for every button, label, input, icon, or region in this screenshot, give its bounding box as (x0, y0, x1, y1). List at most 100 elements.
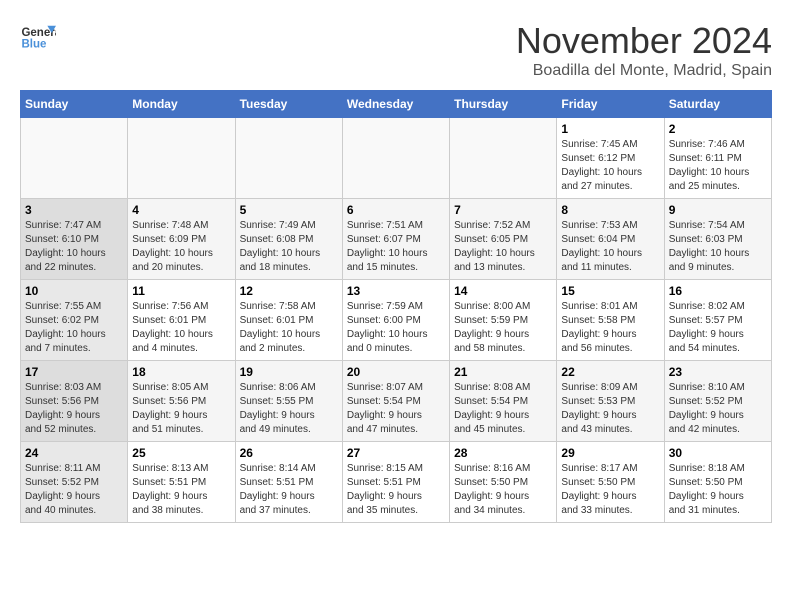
weekday-header: Sunday (21, 91, 128, 118)
page-header: General Blue November 2024 Boadilla del … (20, 20, 772, 80)
calendar-day-cell: 4 Sunrise: 7:48 AM Sunset: 6:09 PM Daylig… (128, 199, 235, 280)
calendar-day-cell: 20 Sunrise: 8:07 AM Sunset: 5:54 PM Dayli… (342, 361, 449, 442)
calendar-day-cell: 8Sunrise: 7:53 AM Sunset: 6:04 PM Daylig… (557, 199, 664, 280)
day-number: 28 (454, 446, 552, 460)
day-number: 8 (561, 203, 659, 217)
day-info: Sunrise: 8:15 AM Sunset: 5:51 PM Dayligh… (347, 462, 445, 518)
day-info: Sunrise: 8:02 AM Sunset: 5:57 PM Dayligh… (669, 300, 767, 356)
day-number: 20 (347, 365, 445, 379)
month-title: November 2024 (516, 20, 772, 62)
calendar-day-cell: 19 Sunrise: 8:06 AM Sunset: 5:55 PM Dayli… (235, 361, 342, 442)
calendar-day-cell: 7 Sunrise: 7:52 AM Sunset: 6:05 PM Daylig… (450, 199, 557, 280)
day-number: 30 (669, 446, 767, 460)
day-number: 10 (25, 284, 123, 298)
day-info: Sunrise: 8:09 AM Sunset: 5:53 PM Dayligh… (561, 381, 659, 437)
day-number: 26 (240, 446, 338, 460)
calendar-day-cell: 3 Sunrise: 7:47 AM Sunset: 6:10 PM Daylig… (21, 199, 128, 280)
calendar-day-cell (342, 118, 449, 199)
day-number: 6 (347, 203, 445, 217)
calendar-day-cell: 15 Sunrise: 8:01 AM Sunset: 5:58 PM Dayli… (557, 280, 664, 361)
weekday-header: Wednesday (342, 91, 449, 118)
calendar-day-cell: 30 Sunrise: 8:18 AM Sunset: 5:50 PM Dayli… (664, 442, 771, 523)
day-info: Sunrise: 8:16 AM Sunset: 5:50 PM Dayligh… (454, 462, 552, 518)
day-info: Sunrise: 7:48 AM Sunset: 6:09 PM Dayligh… (132, 219, 230, 275)
day-info: Sunrise: 7:56 AM Sunset: 6:01 PM Dayligh… (132, 300, 230, 356)
weekday-header: Friday (557, 91, 664, 118)
day-number: 24 (25, 446, 123, 460)
day-number: 17 (25, 365, 123, 379)
calendar-day-cell (128, 118, 235, 199)
logo: General Blue (20, 20, 56, 56)
day-info: Sunrise: 7:46 AM Sunset: 6:11 PM Dayligh… (669, 138, 767, 194)
day-info: Sunrise: 8:11 AM Sunset: 5:52 PM Dayligh… (25, 462, 123, 518)
calendar-day-cell: 27 Sunrise: 8:15 AM Sunset: 5:51 PM Dayli… (342, 442, 449, 523)
day-number: 2 (669, 122, 767, 136)
day-number: 15 (561, 284, 659, 298)
day-number: 1 (561, 122, 659, 136)
calendar-day-cell: 6 Sunrise: 7:51 AM Sunset: 6:07 PM Daylig… (342, 199, 449, 280)
day-info: Sunrise: 7:55 AM Sunset: 6:02 PM Dayligh… (25, 300, 123, 356)
weekday-header: Thursday (450, 91, 557, 118)
calendar-day-cell: 17 Sunrise: 8:03 AM Sunset: 5:56 PM Dayli… (21, 361, 128, 442)
day-info: Sunrise: 8:14 AM Sunset: 5:51 PM Dayligh… (240, 462, 338, 518)
calendar-table: SundayMondayTuesdayWednesdayThursdayFrid… (20, 90, 772, 523)
day-number: 4 (132, 203, 230, 217)
calendar-day-cell: 14 Sunrise: 8:00 AM Sunset: 5:59 PM Dayli… (450, 280, 557, 361)
calendar-header-row: SundayMondayTuesdayWednesdayThursdayFrid… (21, 91, 772, 118)
calendar-day-cell: 25Sunrise: 8:13 AM Sunset: 5:51 PM Dayli… (128, 442, 235, 523)
day-number: 14 (454, 284, 552, 298)
calendar-week-row: 17 Sunrise: 8:03 AM Sunset: 5:56 PM Dayli… (21, 361, 772, 442)
calendar-day-cell: 1 Sunrise: 7:45 AM Sunset: 6:12 PM Daylig… (557, 118, 664, 199)
day-info: Sunrise: 7:52 AM Sunset: 6:05 PM Dayligh… (454, 219, 552, 275)
day-number: 27 (347, 446, 445, 460)
day-info: Sunrise: 8:17 AM Sunset: 5:50 PM Dayligh… (561, 462, 659, 518)
calendar-day-cell: 16Sunrise: 8:02 AM Sunset: 5:57 PM Dayli… (664, 280, 771, 361)
day-info: Sunrise: 8:08 AM Sunset: 5:54 PM Dayligh… (454, 381, 552, 437)
calendar-day-cell: 28 Sunrise: 8:16 AM Sunset: 5:50 PM Dayli… (450, 442, 557, 523)
day-info: Sunrise: 7:59 AM Sunset: 6:00 PM Dayligh… (347, 300, 445, 356)
day-info: Sunrise: 8:18 AM Sunset: 5:50 PM Dayligh… (669, 462, 767, 518)
calendar-day-cell: 5 Sunrise: 7:49 AM Sunset: 6:08 PM Daylig… (235, 199, 342, 280)
day-info: Sunrise: 7:51 AM Sunset: 6:07 PM Dayligh… (347, 219, 445, 275)
day-info: Sunrise: 7:47 AM Sunset: 6:10 PM Dayligh… (25, 219, 123, 275)
weekday-header: Tuesday (235, 91, 342, 118)
day-info: Sunrise: 8:06 AM Sunset: 5:55 PM Dayligh… (240, 381, 338, 437)
day-number: 5 (240, 203, 338, 217)
calendar-day-cell: 21 Sunrise: 8:08 AM Sunset: 5:54 PM Dayli… (450, 361, 557, 442)
day-number: 19 (240, 365, 338, 379)
calendar-day-cell (235, 118, 342, 199)
day-info: Sunrise: 8:13 AM Sunset: 5:51 PM Dayligh… (132, 462, 230, 518)
day-number: 7 (454, 203, 552, 217)
calendar-week-row: 10 Sunrise: 7:55 AM Sunset: 6:02 PM Dayli… (21, 280, 772, 361)
day-number: 21 (454, 365, 552, 379)
day-number: 29 (561, 446, 659, 460)
calendar-day-cell: 22Sunrise: 8:09 AM Sunset: 5:53 PM Dayli… (557, 361, 664, 442)
calendar-day-cell (450, 118, 557, 199)
svg-text:Blue: Blue (21, 38, 47, 50)
day-info: Sunrise: 7:49 AM Sunset: 6:08 PM Dayligh… (240, 219, 338, 275)
title-section: November 2024 Boadilla del Monte, Madrid… (516, 20, 772, 80)
day-number: 11 (132, 284, 230, 298)
day-info: Sunrise: 8:07 AM Sunset: 5:54 PM Dayligh… (347, 381, 445, 437)
day-number: 18 (132, 365, 230, 379)
calendar-day-cell: 18 Sunrise: 8:05 AM Sunset: 5:56 PM Dayli… (128, 361, 235, 442)
day-info: Sunrise: 8:05 AM Sunset: 5:56 PM Dayligh… (132, 381, 230, 437)
calendar-day-cell: 29 Sunrise: 8:17 AM Sunset: 5:50 PM Dayli… (557, 442, 664, 523)
day-number: 13 (347, 284, 445, 298)
day-info: Sunrise: 7:45 AM Sunset: 6:12 PM Dayligh… (561, 138, 659, 194)
weekday-header: Saturday (664, 91, 771, 118)
calendar-day-cell: 10 Sunrise: 7:55 AM Sunset: 6:02 PM Dayli… (21, 280, 128, 361)
calendar-week-row: 3 Sunrise: 7:47 AM Sunset: 6:10 PM Daylig… (21, 199, 772, 280)
day-info: Sunrise: 8:03 AM Sunset: 5:56 PM Dayligh… (25, 381, 123, 437)
day-number: 12 (240, 284, 338, 298)
day-info: Sunrise: 8:00 AM Sunset: 5:59 PM Dayligh… (454, 300, 552, 356)
calendar-week-row: 1 Sunrise: 7:45 AM Sunset: 6:12 PM Daylig… (21, 118, 772, 199)
day-info: Sunrise: 8:10 AM Sunset: 5:52 PM Dayligh… (669, 381, 767, 437)
day-number: 23 (669, 365, 767, 379)
calendar-day-cell (21, 118, 128, 199)
calendar-day-cell: 24 Sunrise: 8:11 AM Sunset: 5:52 PM Dayli… (21, 442, 128, 523)
calendar-day-cell: 12Sunrise: 7:58 AM Sunset: 6:01 PM Dayli… (235, 280, 342, 361)
calendar-day-cell: 26 Sunrise: 8:14 AM Sunset: 5:51 PM Dayli… (235, 442, 342, 523)
day-number: 3 (25, 203, 123, 217)
day-info: Sunrise: 8:01 AM Sunset: 5:58 PM Dayligh… (561, 300, 659, 356)
